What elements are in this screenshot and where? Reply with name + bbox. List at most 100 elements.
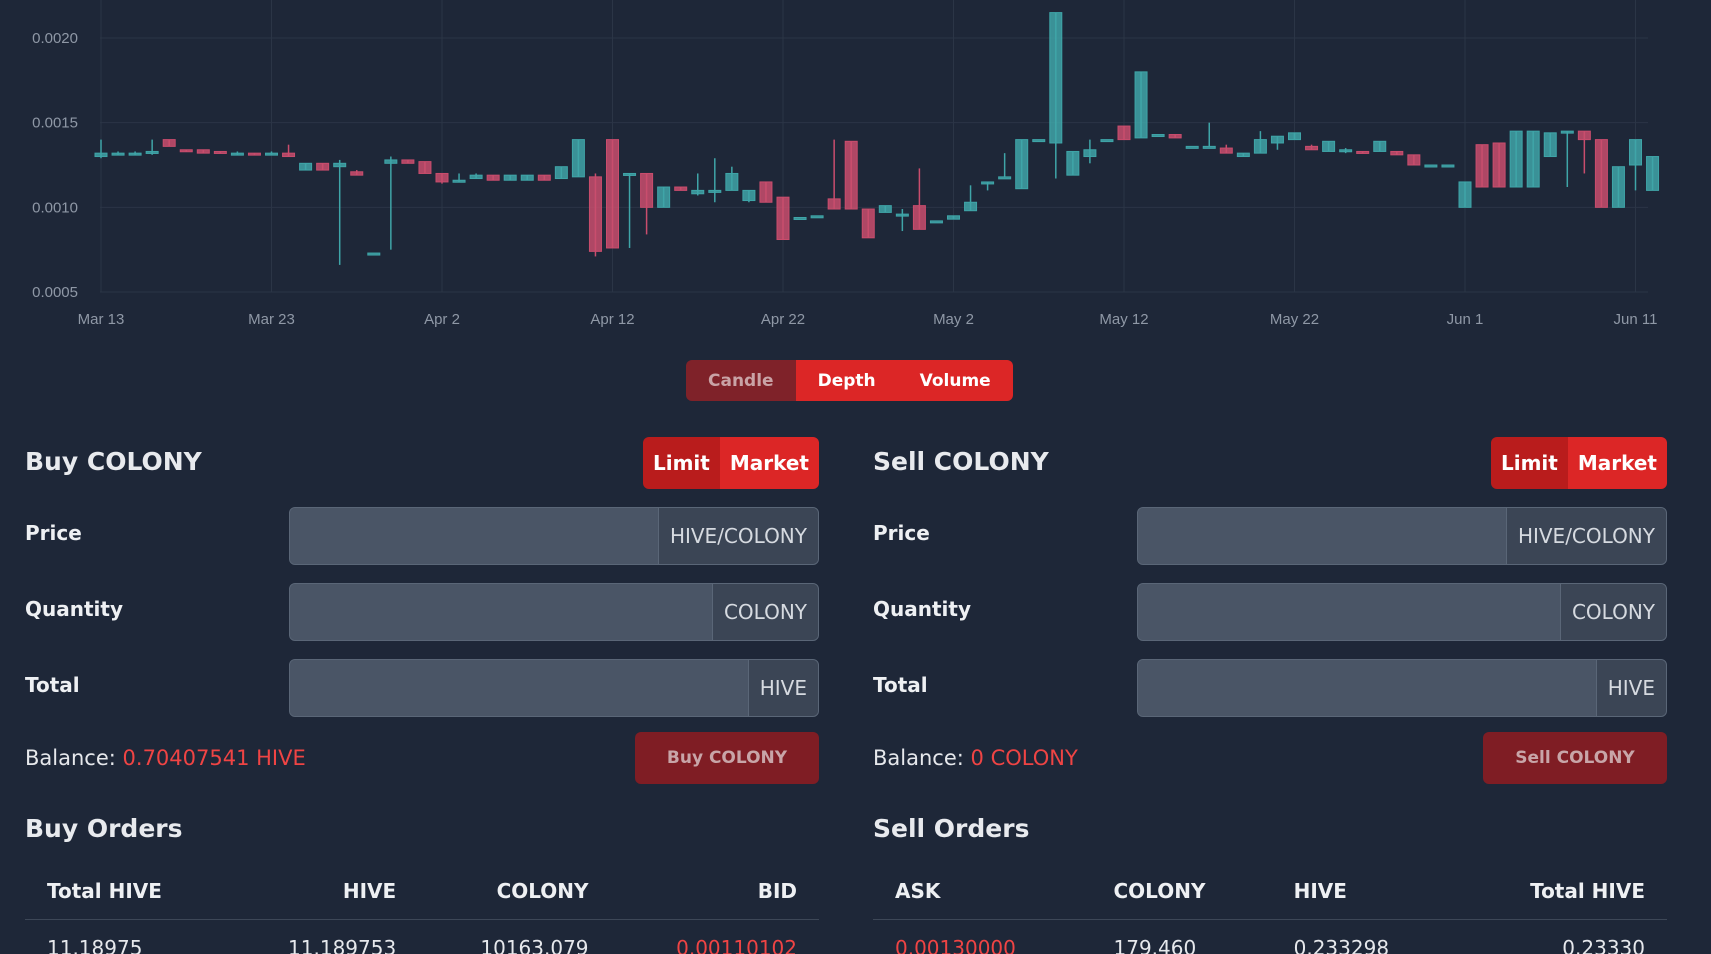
sell-balance-value[interactable]: 0 COLONY — [971, 746, 1078, 770]
y-tick-label: 0.0020 — [32, 30, 78, 47]
candle-body — [1219, 147, 1233, 154]
candle-body — [947, 215, 960, 220]
buy-submit-button[interactable]: Buy COLONY — [635, 732, 819, 784]
buy-price-unit: HIVE/COLONY — [657, 508, 818, 564]
sell-title: Sell COLONY — [873, 447, 1049, 476]
x-tick-label: Apr 22 — [761, 311, 805, 328]
x-tick-label: Jun 1 — [1447, 311, 1484, 328]
sell-total-row: Total HIVE — [873, 659, 1667, 717]
buy-total-unit: HIVE — [747, 660, 818, 716]
sell-price-label: Price — [873, 521, 930, 545]
candle-body — [725, 172, 739, 191]
sell-price-group: HIVE/COLONY — [1137, 507, 1667, 565]
table-row[interactable]: 0.00130000 179.460 0.233298 0.23330 — [873, 920, 1667, 954]
candle-body — [929, 220, 943, 224]
buy-panel: Buy COLONY Limit Market Price HIVE/COLON… — [25, 437, 819, 954]
sell-price-input[interactable] — [1138, 508, 1506, 564]
buy-price-input[interactable] — [290, 508, 658, 564]
sell-limit-button[interactable]: Limit — [1490, 437, 1568, 489]
candle-body — [1117, 125, 1131, 141]
sell-balance-label: Balance: — [873, 746, 964, 770]
price-chart: 0.0005 0.0010 0.0015 0.0020 Mar 13 Mar 23 Apr … — [0, 0, 1711, 335]
buy-market-button[interactable]: Market — [719, 437, 819, 489]
candle-body — [401, 159, 415, 164]
sell-order-hive: 0.233298 — [1293, 936, 1390, 954]
sell-submit-button[interactable]: Sell COLONY — [1483, 732, 1667, 784]
buy-orders-col-total-hive: Total HIVE — [25, 869, 226, 920]
candle-body — [350, 171, 364, 176]
sell-total-label: Total — [873, 673, 928, 697]
buy-total-input[interactable] — [290, 660, 748, 716]
candle-body — [912, 205, 926, 230]
buy-orders-title: Buy Orders — [25, 814, 183, 843]
candle-body — [571, 139, 585, 178]
buy-order-bid[interactable]: 0.00110102 — [611, 920, 819, 954]
chart-depth-button[interactable]: Depth — [795, 360, 898, 401]
chart-candle-button[interactable]: Candle — [686, 360, 796, 401]
sell-market-button[interactable]: Market — [1567, 437, 1667, 489]
x-tick-label: Jun 11 — [1614, 311, 1658, 328]
buy-quantity-input[interactable] — [290, 584, 712, 640]
candle-body — [1646, 156, 1660, 191]
candle-body — [469, 174, 483, 180]
candle-body — [1168, 134, 1182, 139]
buy-price-row: Price HIVE/COLONY — [25, 507, 819, 565]
buy-order-hive: 11.189753 — [288, 936, 397, 954]
sell-quantity-label: Quantity — [873, 597, 971, 621]
sell-price-unit: HIVE/COLONY — [1505, 508, 1666, 564]
candle-body — [282, 152, 296, 158]
candle-body — [384, 159, 398, 164]
buy-order-mode-toggle: Limit Market — [642, 437, 819, 489]
candle-body — [623, 172, 637, 176]
x-tick-label: Mar 13 — [78, 311, 125, 328]
candle-body — [1441, 164, 1455, 168]
table-row[interactable]: 11.18975 11.189753 10163.079 0.00110102 — [25, 920, 819, 954]
buy-balance: Balance: 0.70407541 HIVE — [25, 746, 306, 770]
candle-body — [554, 166, 568, 180]
candle-body — [418, 161, 432, 174]
candle-body — [1236, 152, 1250, 158]
y-tick-label: 0.0015 — [32, 115, 78, 132]
buy-limit-button[interactable]: Limit — [642, 437, 720, 489]
buy-quantity-unit: COLONY — [711, 584, 818, 640]
candle-body — [111, 152, 125, 156]
sell-order-total-hive: 0.23330 — [1562, 936, 1645, 954]
buy-price-label: Price — [25, 521, 82, 545]
candle-body — [793, 216, 807, 220]
candle-body — [708, 189, 722, 193]
candle-body — [606, 139, 619, 249]
candle-body — [861, 208, 875, 239]
candle-body — [333, 162, 347, 168]
buy-total-label: Total — [25, 673, 80, 697]
candle-body — [452, 179, 466, 183]
buy-price-group: HIVE/COLONY — [289, 507, 819, 565]
chart-type-toggle: Candle Depth Volume — [686, 360, 1013, 401]
sell-balance: Balance: 0 COLONY — [873, 746, 1078, 770]
buy-orders-header-row: Total HIVE HIVE COLONY BID — [25, 869, 819, 920]
candle-body — [674, 186, 688, 191]
candle-body — [213, 150, 227, 154]
sell-orders-col-hive: HIVE — [1271, 869, 1457, 920]
chart-volume-button[interactable]: Volume — [897, 360, 1013, 401]
candle-body — [265, 152, 278, 156]
x-tick-label: Mar 23 — [248, 311, 295, 328]
candlestick-chart-svg: 0.0005 0.0010 0.0015 0.0020 Mar 13 Mar 23 Apr … — [32, 0, 1660, 328]
sell-order-ask[interactable]: 0.00130000 — [873, 920, 1092, 954]
candle-body — [1049, 12, 1063, 144]
buy-total-row: Total HIVE — [25, 659, 819, 717]
sell-orders-header-row: ASK COLONY HIVE Total HIVE — [873, 869, 1667, 920]
candle-body — [503, 174, 517, 181]
sell-total-input[interactable] — [1138, 660, 1596, 716]
buy-order-colony: 10163.079 — [480, 936, 589, 954]
sell-order-colony: 179.460 — [1113, 936, 1197, 954]
candle-body — [1288, 132, 1301, 141]
buy-orders-col-colony: COLONY — [418, 869, 611, 920]
candle-body — [742, 189, 756, 202]
candle-body — [1270, 135, 1284, 144]
x-tick-label: Apr 2 — [424, 311, 460, 328]
sell-quantity-input[interactable] — [1138, 584, 1560, 640]
buy-balance-value[interactable]: 0.70407541 HIVE — [123, 746, 306, 770]
candle-body — [1015, 139, 1029, 190]
candle-body — [1458, 181, 1472, 208]
buy-balance-row: Balance: 0.70407541 HIVE Buy COLONY — [25, 732, 819, 784]
